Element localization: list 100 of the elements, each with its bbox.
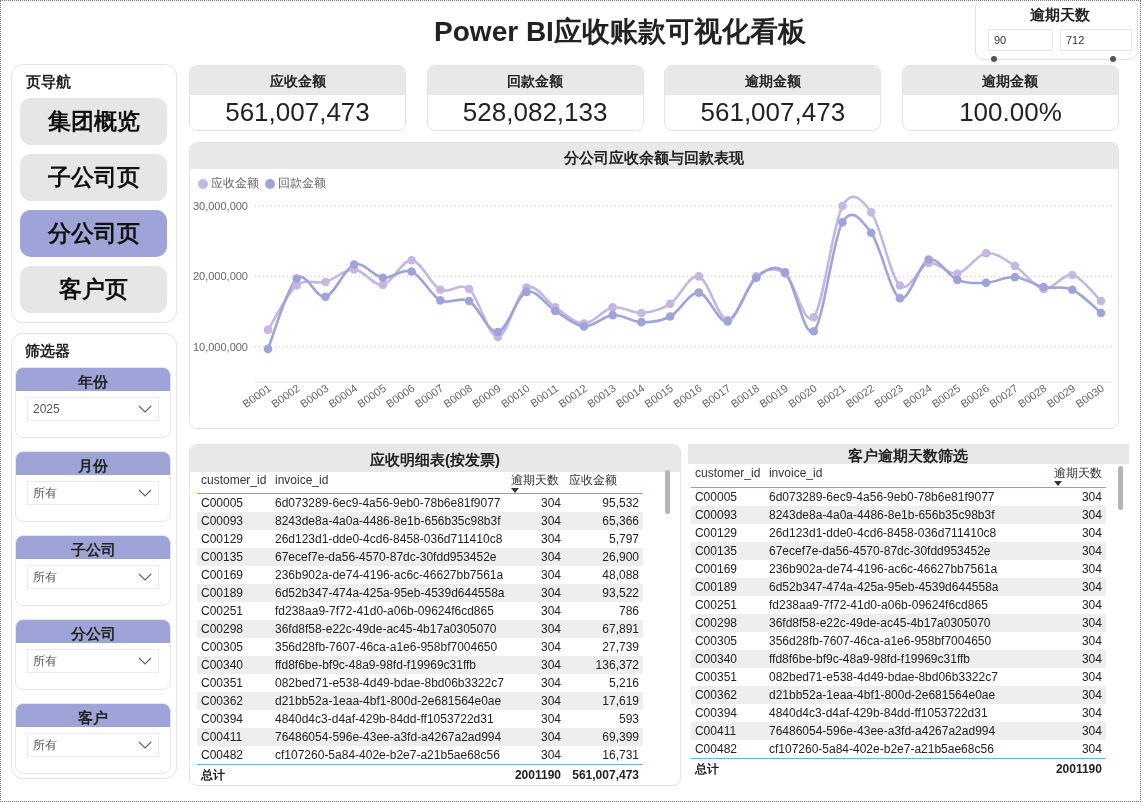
table-cell: 304 bbox=[1049, 506, 1106, 524]
table-cell: 136,372 bbox=[565, 656, 643, 674]
table-cell: ffd8f6be-bf9c-48a9-98fd-f19969c31ffb bbox=[271, 656, 507, 674]
table-cell: 304 bbox=[1049, 722, 1106, 740]
kpi-value: 100.00% bbox=[958, 96, 1063, 129]
data-point bbox=[464, 284, 474, 294]
number-field[interactable]: 712 bbox=[1060, 29, 1132, 51]
column-header[interactable]: 应收金额 bbox=[565, 472, 643, 494]
data-point bbox=[637, 317, 646, 327]
table-cell: 36fd8f58-e22c-49de-ac45-4b17a0305070 bbox=[764, 614, 1050, 632]
table-cell: 95,532 bbox=[565, 493, 643, 512]
table-cell: 6d073289-6ec9-4a56-9eb0-78b6e81f9077 bbox=[764, 487, 1050, 506]
dropdown[interactable]: 所有 bbox=[27, 565, 159, 589]
column-header[interactable]: 逾期天数 bbox=[1049, 464, 1106, 488]
data-point bbox=[1096, 296, 1106, 306]
table-cell: 304 bbox=[1049, 650, 1106, 668]
data-point bbox=[895, 293, 905, 303]
column-header[interactable]: customer_id bbox=[690, 464, 765, 488]
data-point bbox=[407, 255, 416, 265]
table-cell: 304 bbox=[1049, 614, 1106, 632]
nav-button[interactable]: 客户页 bbox=[20, 266, 167, 313]
data-point bbox=[378, 273, 388, 283]
table-cell: cf107260-5a84-402e-b2e7-a21b5ae68c56 bbox=[271, 746, 507, 765]
dropdown[interactable]: 所有 bbox=[27, 733, 159, 757]
slider-handle[interactable] bbox=[1110, 56, 1116, 62]
table-cell: C00298 bbox=[197, 620, 271, 638]
table-cell: 304 bbox=[507, 584, 565, 602]
table-cell: C00340 bbox=[690, 650, 765, 668]
total-cell: 2001190 bbox=[507, 764, 565, 784]
table-cell: 304 bbox=[507, 638, 565, 656]
table-cell: 786 bbox=[565, 602, 643, 620]
table-cell: 304 bbox=[1049, 740, 1106, 759]
column-header[interactable]: invoice_id bbox=[271, 472, 507, 494]
table-cell: 304 bbox=[1049, 686, 1106, 704]
table-cell: 304 bbox=[1049, 632, 1106, 650]
table-cell: 8243de8a-4a0a-4486-8e1b-656b35c98b3f bbox=[271, 512, 507, 530]
table-cell: 304 bbox=[507, 710, 565, 728]
table-cell: C00305 bbox=[690, 632, 765, 650]
dropdown[interactable]: 2025 bbox=[27, 397, 159, 421]
scrollbar-thumb[interactable] bbox=[664, 470, 670, 514]
column-header[interactable]: 逾期天数 bbox=[507, 472, 565, 494]
table-cell: C00189 bbox=[690, 578, 765, 596]
scrollbar-thumb[interactable] bbox=[1118, 466, 1123, 510]
data-point bbox=[349, 260, 359, 269]
table-cell: d21bb52a-1eaa-4bf1-800d-2e681564e0ae bbox=[271, 692, 507, 710]
data-point bbox=[953, 275, 962, 285]
data-point bbox=[579, 322, 589, 331]
table-cell: 304 bbox=[1049, 704, 1106, 722]
table-cell: C00298 bbox=[690, 614, 765, 632]
table-cell: C00251 bbox=[197, 602, 271, 620]
data-point bbox=[866, 228, 876, 238]
data-point bbox=[665, 312, 675, 321]
column-header[interactable]: customer_id bbox=[197, 472, 271, 494]
number-field[interactable]: 90 bbox=[988, 29, 1053, 51]
table-cell: 304 bbox=[1049, 668, 1106, 686]
nav-button[interactable]: 子公司页 bbox=[20, 154, 167, 201]
table-cell: C00093 bbox=[690, 506, 765, 524]
table-cell: 5,797 bbox=[565, 530, 643, 548]
data-point bbox=[493, 327, 503, 337]
table-cell: C00251 bbox=[690, 596, 765, 614]
table-cell: 304 bbox=[507, 548, 565, 566]
table-cell: 304 bbox=[507, 493, 565, 512]
table-cell: ffd8f6be-bf9c-48a9-98fd-f19969c31ffb bbox=[764, 650, 1050, 668]
data-point bbox=[263, 344, 273, 354]
table-cell: 304 bbox=[1049, 578, 1106, 596]
table-cell: 6d073289-6ec9-4a56-9eb0-78b6e81f9077 bbox=[271, 493, 507, 512]
table-cell: cf107260-5a84-402e-b2e7-a21b5ae68c56 bbox=[764, 740, 1050, 759]
axis-label: 10,000,000 bbox=[192, 340, 248, 353]
table-cell: 304 bbox=[1049, 524, 1106, 542]
kpi-label: 回款金额 bbox=[427, 66, 643, 95]
data-point bbox=[1068, 285, 1077, 295]
slider-handle[interactable] bbox=[991, 56, 997, 62]
dropdown[interactable]: 所有 bbox=[27, 649, 159, 673]
nav-button[interactable]: 集团概览 bbox=[20, 98, 167, 145]
table-cell: C00362 bbox=[197, 692, 271, 710]
data-point bbox=[608, 310, 617, 320]
nav-button[interactable]: 分公司页 bbox=[20, 210, 167, 257]
table-cell: C00411 bbox=[197, 728, 271, 746]
legend-label: 应收金额 bbox=[211, 175, 259, 192]
table-cell: 356d28fb-7607-46ca-a1e6-958bf7004650 bbox=[764, 632, 1050, 650]
page-title: Power BI应收账款可视化看板 bbox=[433, 15, 807, 49]
table-cell: C00482 bbox=[690, 740, 765, 759]
data-point bbox=[981, 278, 991, 288]
table-cell: 6d52b347-474a-425a-95eb-4539d644558a bbox=[271, 584, 507, 602]
column-header[interactable]: invoice_id bbox=[764, 464, 1050, 488]
table-cell: 304 bbox=[507, 566, 565, 584]
table-cell: 304 bbox=[507, 620, 565, 638]
table-cell: 76486054-596e-43ee-a3fd-a4267a2ad994 bbox=[764, 722, 1050, 740]
slicer-label: 月份 bbox=[16, 452, 170, 475]
table-cell: 4840d4c3-d4af-429b-84dd-ff1053722d31 bbox=[271, 710, 507, 728]
table-cell: C00482 bbox=[197, 746, 271, 765]
table-cell: 304 bbox=[507, 656, 565, 674]
data-point bbox=[694, 272, 704, 281]
table-cell: 17,619 bbox=[565, 692, 643, 710]
total-label: 总计 bbox=[201, 767, 225, 782]
table-cell: C00129 bbox=[197, 530, 271, 548]
table-cell: 6d52b347-474a-425a-95eb-4539d644558a bbox=[764, 578, 1050, 596]
table-cell: C00093 bbox=[197, 512, 271, 530]
dropdown[interactable]: 所有 bbox=[27, 481, 159, 505]
data-point bbox=[292, 274, 301, 283]
